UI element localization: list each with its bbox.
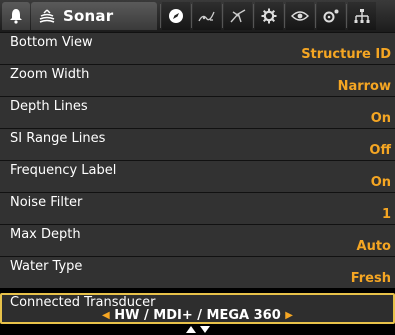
scroll-arrows-icon[interactable] <box>178 324 218 335</box>
tab-settings[interactable] <box>255 2 283 30</box>
sonar-icon <box>39 9 55 23</box>
tab-radar[interactable] <box>224 2 252 30</box>
arrow-right-icon[interactable]: ▶ <box>285 310 293 321</box>
setting-row-connected-transducer[interactable]: Connected Transducer ◀ HW / MDI+ / MEGA … <box>0 293 395 324</box>
accessories-icon <box>323 9 339 23</box>
setting-value: Structure ID <box>301 47 391 62</box>
tab-bar: Sonar <box>0 0 395 32</box>
setting-value: Auto <box>356 239 391 254</box>
gear-icon <box>261 8 277 24</box>
setting-name: Depth Lines <box>10 99 88 114</box>
tab-sonar-label: Sonar <box>63 7 114 25</box>
setting-row-noise-filter[interactable]: Noise Filter 1 <box>0 192 395 224</box>
setting-name: Zoom Width <box>10 67 90 82</box>
setting-name: Max Depth <box>10 227 81 242</box>
network-icon <box>354 9 370 23</box>
setting-row-si-range-lines[interactable]: SI Range Lines Off <box>0 128 395 160</box>
setting-name: Noise Filter <box>10 195 83 210</box>
setting-row-depth-lines[interactable]: Depth Lines On <box>0 96 395 128</box>
setting-row-bottom-view[interactable]: Bottom View Structure ID <box>0 32 395 64</box>
setting-row-frequency-label[interactable]: Frequency Label On <box>0 160 395 192</box>
tab-navigation[interactable] <box>162 2 190 30</box>
eye-icon <box>291 11 309 21</box>
transducer-value: HW / MDI+ / MEGA 360 <box>114 308 281 323</box>
radar-icon <box>230 9 246 23</box>
transducer-selector[interactable]: ◀ HW / MDI+ / MEGA 360 ▶ <box>2 308 393 323</box>
settings-list: Bottom View Structure ID Zoom Width Narr… <box>0 32 395 288</box>
setting-name: Frequency Label <box>10 163 117 178</box>
scroll-up-down-icon <box>186 326 210 333</box>
setting-value: 1 <box>381 207 391 222</box>
tab-fishing[interactable] <box>193 2 221 30</box>
setting-value: Off <box>369 143 391 158</box>
arrow-left-icon[interactable]: ◀ <box>102 310 110 321</box>
tab-sonar[interactable]: Sonar <box>31 2 157 30</box>
bell-icon <box>10 9 22 24</box>
setting-name: SI Range Lines <box>10 131 106 146</box>
setting-name: Bottom View <box>10 35 93 50</box>
tab-accessories[interactable] <box>317 2 345 30</box>
tab-network[interactable] <box>348 2 376 30</box>
tab-alarms[interactable] <box>2 2 30 30</box>
setting-row-water-type[interactable]: Water Type Fresh <box>0 256 395 288</box>
fishing-icon <box>198 11 215 22</box>
sonar-settings-screen: Sonar Bottom View Structure ID Zoom Widt… <box>0 0 395 335</box>
setting-row-max-depth[interactable]: Max Depth Auto <box>0 224 395 256</box>
setting-value: On <box>370 175 391 190</box>
setting-value: Narrow <box>337 79 391 94</box>
setting-value: Fresh <box>350 271 391 286</box>
setting-row-zoom-width[interactable]: Zoom Width Narrow <box>0 64 395 96</box>
setting-name: Water Type <box>10 259 83 274</box>
navigation-icon <box>169 9 183 23</box>
tab-views[interactable] <box>286 2 314 30</box>
setting-value: On <box>370 111 391 126</box>
